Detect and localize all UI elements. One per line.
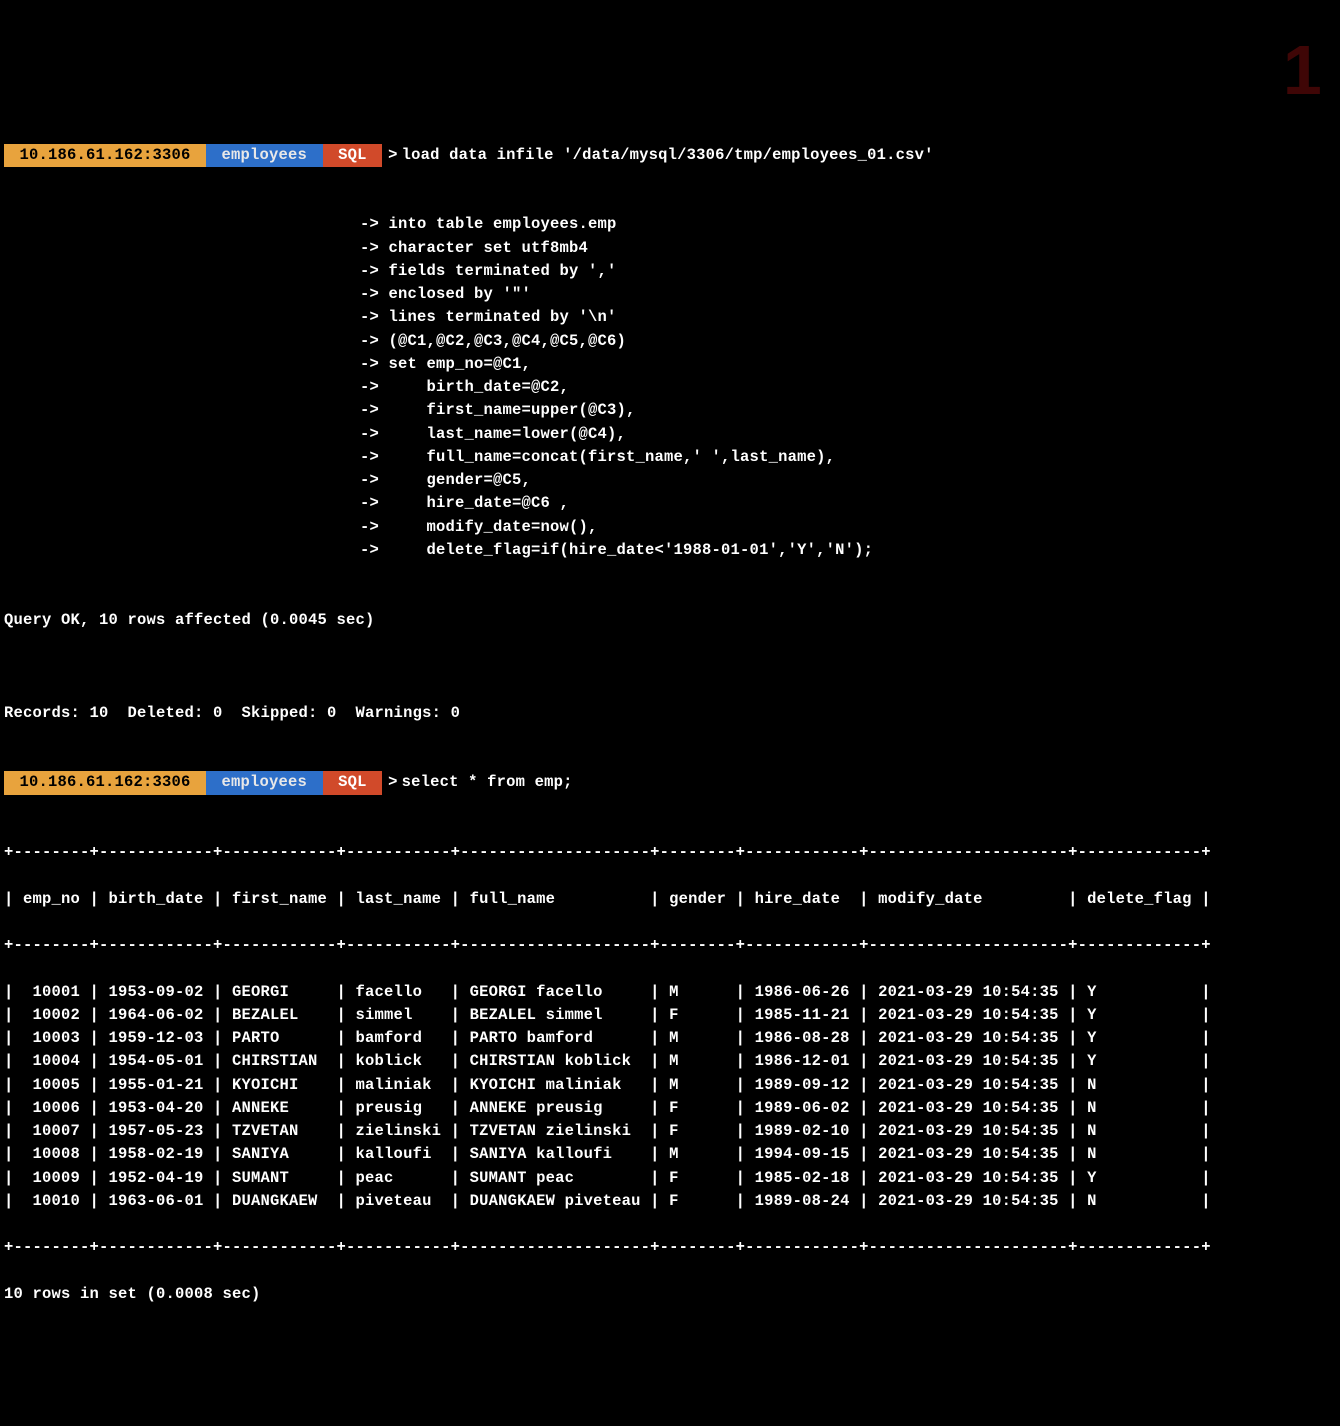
db-tag: employees [206,144,323,167]
continuation-indent [4,237,360,260]
continuation-text: -> fields terminated by ',' [360,260,617,283]
continuation-text: -> gender=@C5, [360,469,531,492]
prompt-line-2[interactable]: 10.186.61.162:3306 employees SQL >select… [4,771,1336,794]
continuation-indent [4,446,360,469]
table-row: | 10007 | 1957-05-23 | TZVETAN | zielins… [4,1120,1336,1143]
table-border-top: +--------+------------+------------+----… [4,841,1336,864]
table-row: | 10006 | 1953-04-20 | ANNEKE | preusig … [4,1097,1336,1120]
continuation-indent [4,283,360,306]
table-row: | 10001 | 1953-09-02 | GEORGI | facello … [4,981,1336,1004]
query-result-2: 10 rows in set (0.0008 sec) [4,1283,1336,1306]
sql-tag: SQL [323,771,383,794]
command-continuation[interactable]: -> hire_date=@C6 , [4,492,1336,515]
continuation-text: -> set emp_no=@C1, [360,353,531,376]
host-tag: 10.186.61.162:3306 [4,144,206,167]
continuation-text: -> delete_flag=if(hire_date<'1988-01-01'… [360,539,873,562]
command-continuation[interactable]: -> lines terminated by '\n' [4,306,1336,329]
prompt-separator: > [382,771,402,794]
command-continuation[interactable]: -> fields terminated by ',' [4,260,1336,283]
continuation-text: -> enclosed by '"' [360,283,531,306]
continuation-indent [4,423,360,446]
command-text-1: load data infile '/data/mysql/3306/tmp/e… [402,144,934,167]
prompt-line-1[interactable]: 10.186.61.162:3306 employees SQL >load d… [4,144,1336,167]
continuation-text: -> character set utf8mb4 [360,237,588,260]
continuation-indent [4,469,360,492]
records-summary: Records: 10 Deleted: 0 Skipped: 0 Warnin… [4,702,1336,725]
continuation-text: -> birth_date=@C2, [360,376,569,399]
continuation-text: -> first_name=upper(@C3), [360,399,636,422]
continuation-indent [4,492,360,515]
table-row: | 10010 | 1963-06-01 | DUANGKAEW | pivet… [4,1190,1336,1213]
command-continuation[interactable]: -> first_name=upper(@C3), [4,399,1336,422]
continuation-text: -> (@C1,@C2,@C3,@C4,@C5,@C6) [360,330,626,353]
continuation-indent [4,306,360,329]
sql-tag: SQL [323,144,383,167]
prompt-separator: > [382,144,402,167]
table-row: | 10005 | 1955-01-21 | KYOICHI | malinia… [4,1074,1336,1097]
continuation-indent [4,399,360,422]
continuation-text: -> last_name=lower(@C4), [360,423,626,446]
table-border-mid: +--------+------------+------------+----… [4,934,1336,957]
continuation-indent [4,376,360,399]
blank-line [4,655,1336,678]
table-header: | emp_no | birth_date | first_name | las… [4,888,1336,911]
watermark-badge: 1 [1283,18,1322,123]
continuation-indent [4,539,360,562]
continuation-indent [4,213,360,236]
command-continuation[interactable]: -> into table employees.emp [4,213,1336,236]
command-continuation[interactable]: -> character set utf8mb4 [4,237,1336,260]
command-continuation[interactable]: -> full_name=concat(first_name,' ',last_… [4,446,1336,469]
command-text-2: select * from emp; [402,771,573,794]
continuation-indent [4,330,360,353]
command-continuation[interactable]: -> enclosed by '"' [4,283,1336,306]
continuation-indent [4,260,360,283]
continuation-indent [4,353,360,376]
continuation-text: -> into table employees.emp [360,213,617,236]
continuation-text: -> full_name=concat(first_name,' ',last_… [360,446,835,469]
continuation-text: -> modify_date=now(), [360,516,598,539]
command-continuation[interactable]: -> last_name=lower(@C4), [4,423,1336,446]
table-row: | 10008 | 1958-02-19 | SANIYA | kalloufi… [4,1143,1336,1166]
db-tag: employees [206,771,323,794]
command-continuation[interactable]: -> set emp_no=@C1, [4,353,1336,376]
query-result-1: Query OK, 10 rows affected (0.0045 sec) [4,609,1336,632]
table-row: | 10004 | 1954-05-01 | CHIRSTIAN | kobli… [4,1050,1336,1073]
table-row: | 10003 | 1959-12-03 | PARTO | bamford |… [4,1027,1336,1050]
command-continuation[interactable]: -> birth_date=@C2, [4,376,1336,399]
continuation-indent [4,516,360,539]
command-continuation[interactable]: -> delete_flag=if(hire_date<'1988-01-01'… [4,539,1336,562]
command-continuation[interactable]: -> gender=@C5, [4,469,1336,492]
host-tag: 10.186.61.162:3306 [4,771,206,794]
continuation-text: -> lines terminated by '\n' [360,306,617,329]
command-continuation[interactable]: -> modify_date=now(), [4,516,1336,539]
command-continuation[interactable]: -> (@C1,@C2,@C3,@C4,@C5,@C6) [4,330,1336,353]
table-row: | 10002 | 1964-06-02 | BEZALEL | simmel … [4,1004,1336,1027]
table-border-bottom: +--------+------------+------------+----… [4,1236,1336,1259]
continuation-text: -> hire_date=@C6 , [360,492,569,515]
table-row: | 10009 | 1952-04-19 | SUMANT | peac | S… [4,1167,1336,1190]
